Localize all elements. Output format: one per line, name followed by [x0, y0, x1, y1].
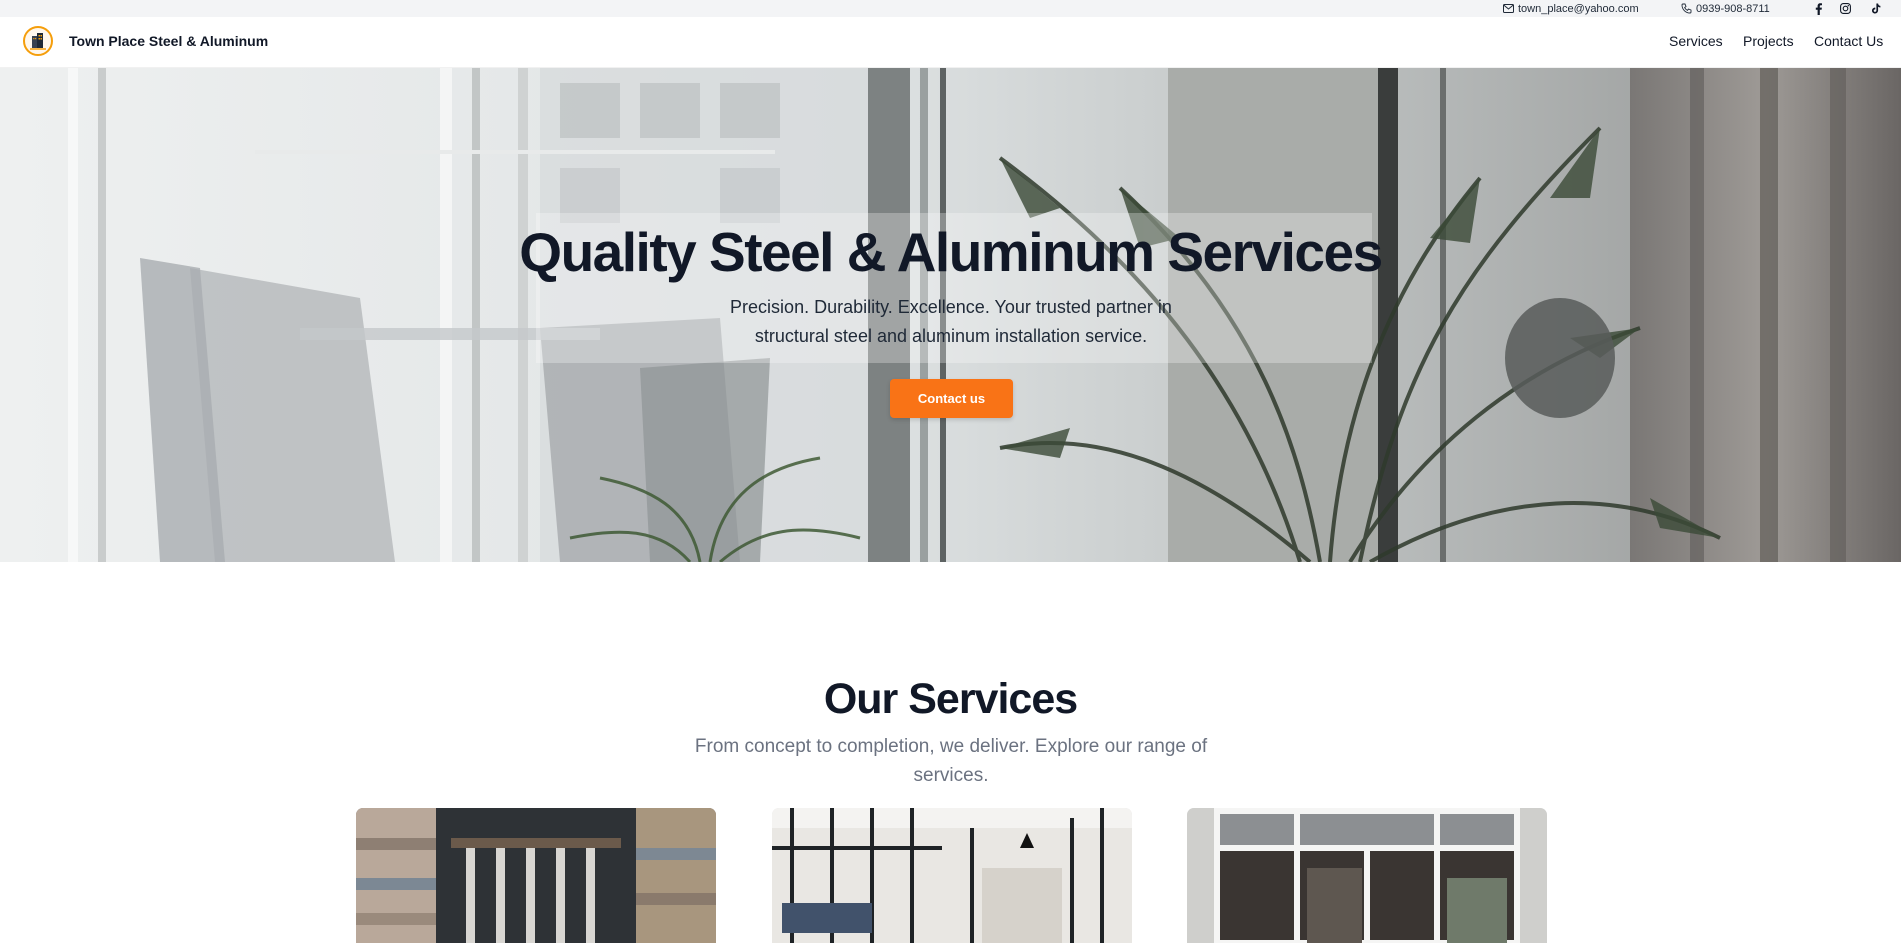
phone-contact[interactable]: 0939-908-8711: [1681, 0, 1770, 17]
tiktok-icon[interactable]: [1869, 2, 1882, 15]
hero-title: Quality Steel & Aluminum Services: [519, 221, 1383, 283]
service-image-partition: [772, 808, 1132, 943]
hero-section: Quality Steel & Aluminum Services Precis…: [0, 68, 1901, 562]
service-image-railing: [356, 808, 716, 943]
facebook-icon[interactable]: [1812, 2, 1825, 15]
nav-link-contact-us[interactable]: Contact Us: [1814, 33, 1883, 49]
navbar: Town Place Steel & Aluminum Services Pro…: [0, 17, 1901, 68]
contact-us-button[interactable]: Contact us: [890, 379, 1013, 418]
service-image-window: [1187, 808, 1547, 943]
phone-icon: [1681, 3, 1692, 14]
hero-subtitle: Precision. Durability. Excellence. Your …: [730, 297, 1172, 346]
top-contact-bar: town_place@yahoo.com 0939-908-8711: [0, 0, 1901, 17]
services-subtitle: From concept to completion, we deliver. …: [694, 736, 1208, 786]
nav-link-projects[interactable]: Projects: [1743, 33, 1794, 49]
instagram-icon[interactable]: [1839, 2, 1852, 15]
service-card-railings[interactable]: [356, 808, 716, 943]
brand-logo[interactable]: [23, 26, 53, 56]
phone-text: 0939-908-8711: [1696, 2, 1770, 15]
nav-link-services[interactable]: Services: [1669, 33, 1723, 49]
mail-icon: [1503, 4, 1514, 13]
email-text: town_place@yahoo.com: [1518, 2, 1639, 15]
service-card-windows[interactable]: [1187, 808, 1547, 943]
services-title: Our Services: [823, 675, 1078, 723]
brand-name[interactable]: Town Place Steel & Aluminum: [69, 33, 268, 49]
email-contact[interactable]: town_place@yahoo.com: [1503, 0, 1639, 17]
service-card-glass-partitions[interactable]: [772, 808, 1132, 943]
